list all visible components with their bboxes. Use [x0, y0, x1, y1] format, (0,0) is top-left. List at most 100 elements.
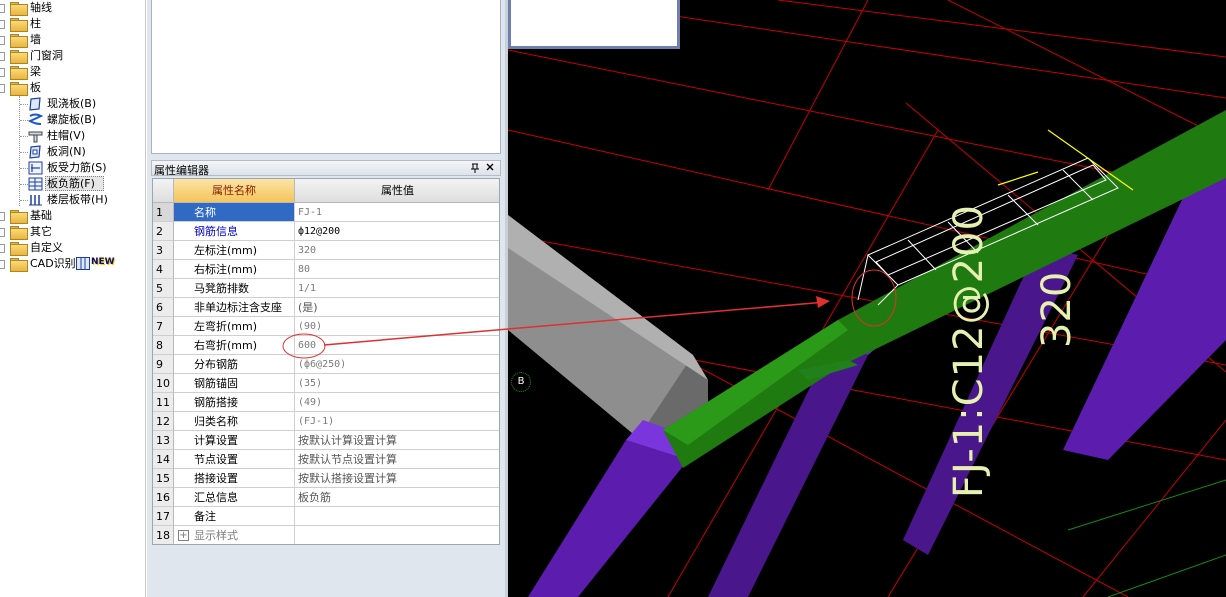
property-value[interactable]: 320: [295, 241, 499, 260]
expander[interactable]: [0, 4, 5, 13]
annotation-arrow-left: [323, 328, 508, 346]
tree-folder-wall[interactable]: 墙: [0, 32, 140, 48]
tree-folder-label: 梁: [30, 65, 41, 78]
property-value[interactable]: 1/1: [295, 279, 499, 298]
property-value[interactable]: [295, 507, 499, 526]
tree-item-label: 板负筋(F): [47, 177, 95, 190]
property-value[interactable]: (49): [295, 393, 499, 412]
expander[interactable]: [0, 260, 5, 269]
tree-folder-cad-recognition[interactable]: CAD识别 NEW: [0, 256, 140, 272]
expander[interactable]: [0, 84, 5, 93]
folder-icon: [10, 226, 28, 240]
row-number-header: [153, 179, 174, 203]
tree-item-column-cap[interactable]: 柱帽(V): [0, 128, 140, 144]
navigator-window[interactable]: [508, 0, 680, 49]
table-row[interactable]: 17 备注: [153, 507, 499, 526]
property-name: 归类名称: [174, 412, 295, 431]
preview-area: [151, 0, 501, 154]
column-cap-icon: [28, 131, 43, 143]
table-row[interactable]: 16 汇总信息 板负筋: [153, 488, 499, 507]
close-icon[interactable]: [485, 161, 495, 173]
property-value[interactable]: [295, 526, 499, 544]
expander[interactable]: [0, 68, 5, 77]
table-row[interactable]: 2 钢筋信息 ф12@200: [153, 222, 499, 241]
property-value[interactable]: 按默认节点设置计算: [295, 450, 499, 469]
property-value[interactable]: (35): [295, 374, 499, 393]
property-name: 计算设置: [174, 431, 295, 450]
tree-item-label: 板洞(N): [47, 145, 86, 158]
tree-folder-label: 板: [30, 81, 41, 94]
table-row[interactable]: 1 名称 FJ-1: [153, 203, 499, 222]
tree-item-label: 螺旋板(B): [47, 113, 97, 126]
expander[interactable]: [0, 228, 5, 237]
property-value[interactable]: 按默认计算设置计算: [295, 431, 499, 450]
tree-folder-label: 其它: [30, 225, 52, 238]
property-name: + 显示样式: [174, 526, 295, 544]
tree-folder-label: 轴线: [30, 1, 52, 14]
row-number: 12: [153, 412, 174, 431]
3d-viewport[interactable]: B FJ-1:C12@200 320: [508, 0, 1226, 597]
table-row[interactable]: 13 计算设置 按默认计算设置计算: [153, 431, 499, 450]
expander[interactable]: [0, 52, 5, 61]
folder-icon: [10, 258, 28, 272]
row-number: 1: [153, 203, 174, 222]
tree-folder-other[interactable]: 其它: [0, 224, 140, 240]
tree-item-cast-slab[interactable]: 现浇板(B): [0, 96, 140, 112]
expander[interactable]: [0, 36, 5, 45]
tree-item-slab-negative-rebar[interactable]: 板负筋(F): [0, 176, 140, 192]
tree-item-spiral-slab[interactable]: 螺旋板(B): [0, 112, 140, 128]
table-row[interactable]: 11 钢筋搭接 (49): [153, 393, 499, 412]
table-row[interactable]: 3 左标注(mm) 320: [153, 241, 499, 260]
green-grid-lines: [1067, 479, 1226, 597]
tree-item-slab-rebar[interactable]: 板受力筋(S): [0, 160, 140, 176]
table-row[interactable]: 5 马凳筋排数 1/1: [153, 279, 499, 298]
tree-folder-door-window[interactable]: 门窗洞: [0, 48, 140, 64]
cad-grid-icon: [76, 257, 90, 270]
tree-folder-axis[interactable]: 轴线: [0, 0, 140, 16]
new-badge: NEW: [76, 257, 116, 271]
tree-folder-beam[interactable]: 梁: [0, 64, 140, 80]
slab-hole-icon: [29, 145, 41, 159]
tree-item-slab-hole[interactable]: 板洞(N): [0, 144, 140, 160]
property-name: 名称: [174, 203, 295, 222]
property-name-header[interactable]: 属性名称: [174, 179, 295, 203]
property-value[interactable]: ф12@200: [295, 222, 499, 241]
property-value[interactable]: (FJ-1): [295, 412, 499, 431]
table-row[interactable]: 18 + 显示样式: [153, 526, 499, 544]
table-row[interactable]: 4 右标注(mm) 80: [153, 260, 499, 279]
tree-folder-column[interactable]: 柱: [0, 16, 140, 32]
property-editor-titlebar: 属性编辑器: [151, 160, 501, 177]
property-value[interactable]: 80: [295, 260, 499, 279]
expander[interactable]: [0, 212, 5, 221]
table-row[interactable]: 14 节点设置 按默认节点设置计算: [153, 450, 499, 469]
property-name: 搭接设置: [174, 469, 295, 488]
property-name: 节点设置: [174, 450, 295, 469]
tree-folder-slab[interactable]: 板: [0, 80, 140, 96]
expand-plus-icon[interactable]: +: [178, 530, 189, 541]
tree-item-floor-slab-strip[interactable]: 楼层板带(H): [0, 192, 140, 208]
component-tree: 轴线 柱 墙 门窗洞 梁 板 现浇板(B) 螺旋板(B) 柱帽(V) 板洞(N)…: [0, 0, 146, 597]
property-value[interactable]: FJ-1: [295, 203, 499, 222]
property-value-header[interactable]: 属性值: [295, 179, 499, 203]
property-name: 钢筋信息: [174, 222, 295, 241]
tree-folder-foundation[interactable]: 基础: [0, 208, 140, 224]
property-value[interactable]: 按默认搭接设置计算: [295, 469, 499, 488]
preview-panel: [147, 0, 505, 158]
table-row[interactable]: 15 搭接设置 按默认搭接设置计算: [153, 469, 499, 488]
tree-folder-custom[interactable]: 自定义: [0, 240, 140, 256]
expander[interactable]: [0, 20, 5, 29]
expander[interactable]: [0, 244, 5, 253]
dimension-annotation: 320: [1034, 271, 1080, 348]
property-name: 备注: [174, 507, 295, 526]
slab-rebar-icon: [28, 161, 43, 175]
row-number: 11: [153, 393, 174, 412]
pin-icon[interactable]: [470, 162, 480, 174]
row-number: 9: [153, 355, 174, 374]
property-name: 左弯折(mm): [174, 317, 295, 336]
property-value[interactable]: 板负筋: [295, 488, 499, 507]
tree-item-label: 楼层板带(H): [47, 193, 108, 206]
property-name: 左标注(mm): [174, 241, 295, 260]
table-row[interactable]: 12 归类名称 (FJ-1): [153, 412, 499, 431]
row-number: 5: [153, 279, 174, 298]
table-row[interactable]: 10 钢筋锚固 (35): [153, 374, 499, 393]
